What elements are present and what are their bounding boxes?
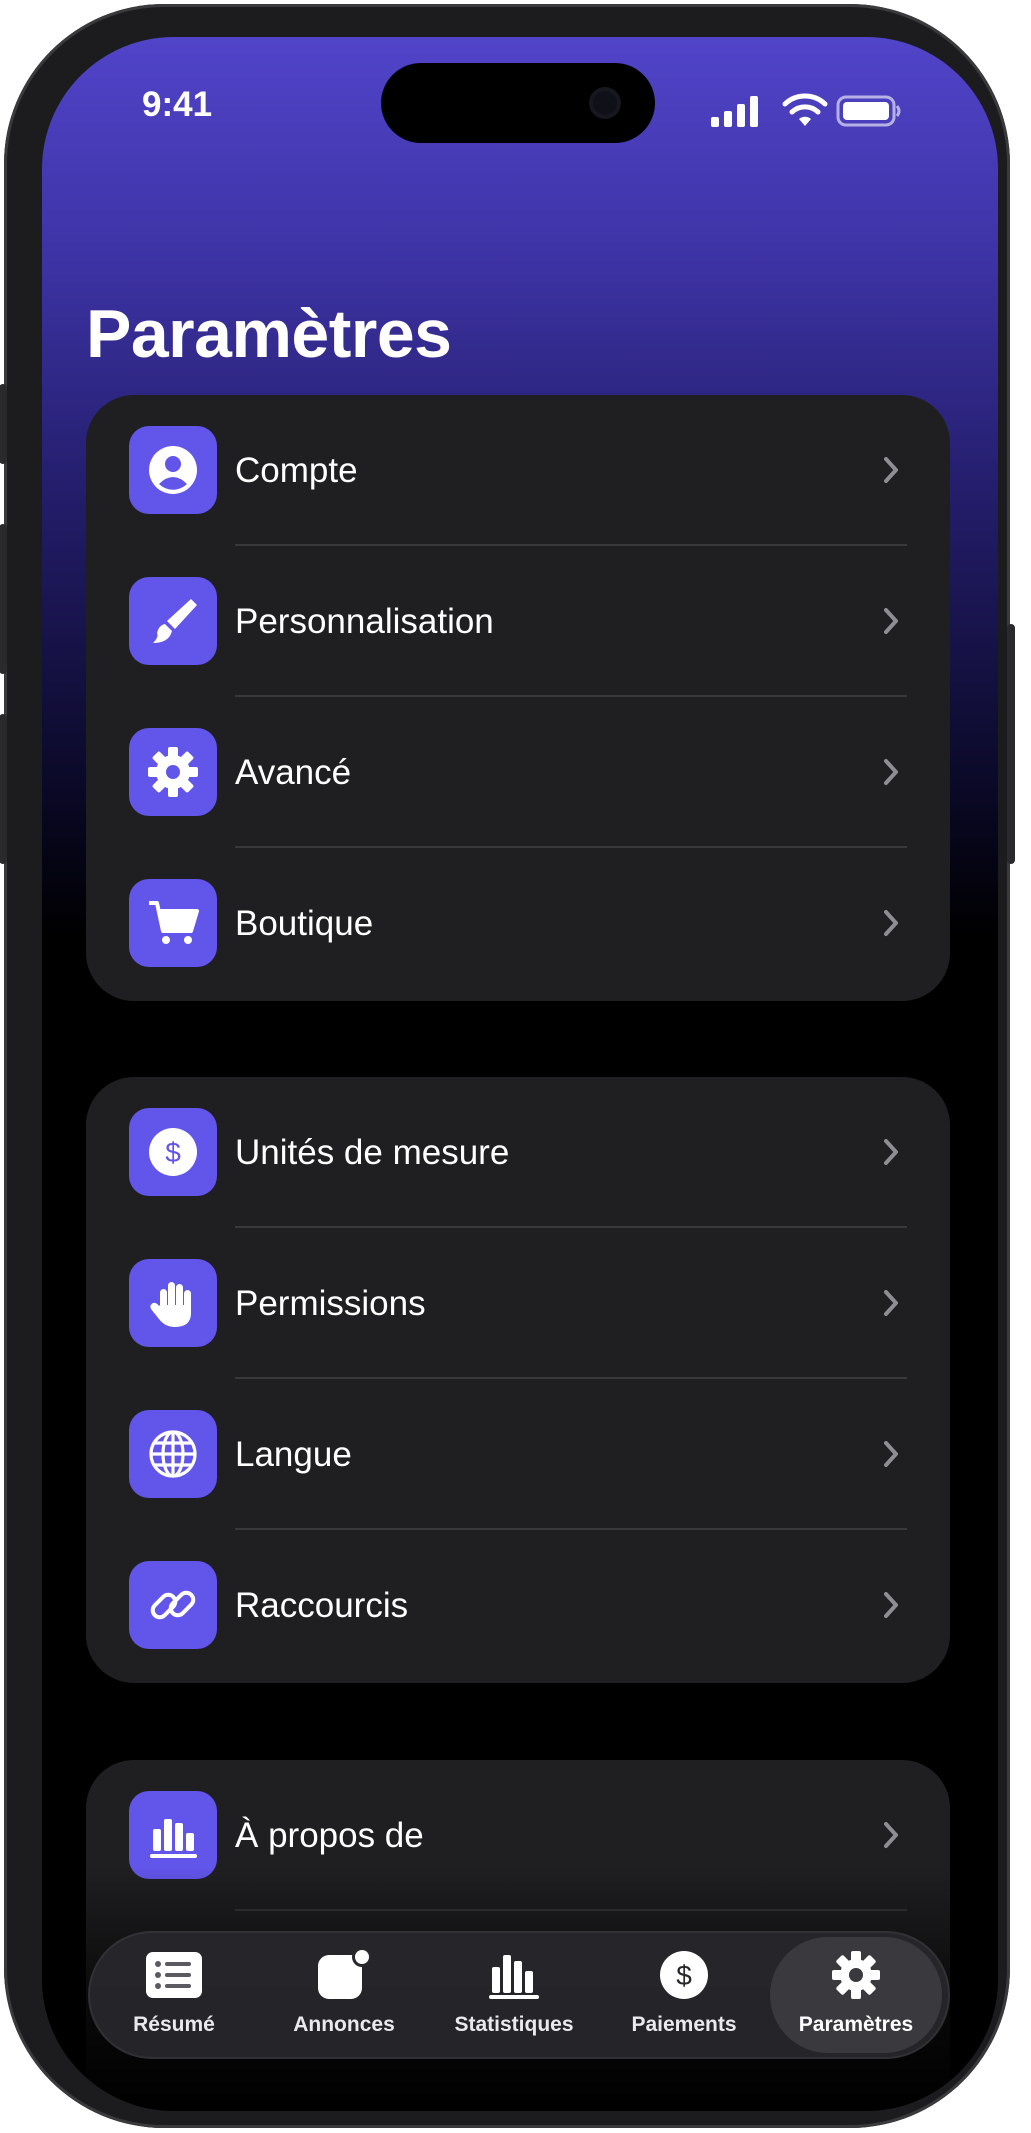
camera-icon (593, 91, 617, 115)
svg-text:$: $ (676, 1960, 692, 1991)
volume-down-button (0, 714, 7, 864)
dollar-circle-icon: $ (656, 1949, 712, 2001)
tab-announcements[interactable]: Annonces (258, 1931, 430, 2059)
list-icon (146, 1949, 202, 2001)
settings-row-label: Personnalisation (235, 602, 494, 641)
settings-row-personalization[interactable]: Personnalisation (86, 546, 950, 697)
settings-group-preferences: $ Unités de mesure Permissions Langue Ra… (86, 1077, 950, 1683)
tab-label: Statistiques (454, 2013, 574, 2036)
settings-row-shortcuts[interactable]: Raccourcis (86, 1530, 950, 1681)
link-icon (129, 1561, 217, 1649)
globe-icon (129, 1410, 217, 1498)
tab-label: Paiements (631, 2013, 737, 2036)
cart-icon (129, 879, 217, 967)
settings-row-label: Raccourcis (235, 1586, 409, 1625)
notification-badge-icon (316, 1949, 372, 2001)
battery-icon (836, 95, 901, 127)
chart-bars-icon (486, 1949, 542, 2001)
action-button (0, 384, 7, 464)
chevron-right-icon (884, 457, 898, 483)
settings-row-label: Langue (235, 1435, 352, 1474)
settings-row-label: Compte (235, 451, 358, 490)
phone-frame: 9:41 Paramètres Compte Personnalisation … (0, 4, 1015, 2128)
chevron-right-icon (884, 1139, 898, 1165)
status-time: 9:41 (142, 85, 213, 124)
tab-settings[interactable]: Paramètres (770, 1937, 942, 2053)
gear-icon (828, 1949, 884, 2001)
tab-label: Annonces (293, 2013, 395, 2036)
settings-row-label: Unités de mesure (235, 1133, 510, 1172)
tab-payments[interactable]: $ Paiements (598, 1931, 770, 2059)
tab-label: Paramètres (798, 2013, 914, 2036)
settings-row-label: Boutique (235, 904, 374, 943)
settings-row-language[interactable]: Langue (86, 1379, 950, 1530)
tab-label: Résumé (133, 2013, 215, 2036)
tab-statistics[interactable]: Statistiques (428, 1931, 600, 2059)
chevron-right-icon (884, 608, 898, 634)
dollar-circle-icon: $ (129, 1108, 217, 1196)
wifi-icon (782, 93, 828, 126)
chart-bars-icon (129, 1791, 217, 1879)
chevron-right-icon (884, 1822, 898, 1848)
settings-row-label: Permissions (235, 1284, 426, 1323)
settings-row-units[interactable]: $ Unités de mesure (86, 1077, 950, 1228)
tab-summary[interactable]: Résumé (88, 1931, 260, 2059)
tab-bar: Résumé Annonces Statistiques $ Paiements (88, 1931, 950, 2059)
settings-row-permissions[interactable]: Permissions (86, 1228, 950, 1379)
hand-icon (129, 1259, 217, 1347)
settings-row-label: Avancé (235, 753, 352, 792)
paintbrush-icon (129, 577, 217, 665)
settings-group-general: Compte Personnalisation Avancé Boutique (86, 395, 950, 1001)
chevron-right-icon (884, 759, 898, 785)
chevron-right-icon (884, 1290, 898, 1316)
settings-row-advanced[interactable]: Avancé (86, 697, 950, 848)
volume-up-button (0, 524, 7, 674)
cellular-signal-icon (711, 96, 758, 127)
gear-icon (129, 728, 217, 816)
dynamic-island (381, 63, 655, 143)
status-icons (710, 91, 950, 131)
svg-text:$: $ (165, 1137, 181, 1168)
person-circle-icon (129, 426, 217, 514)
chevron-right-icon (884, 1592, 898, 1618)
page-title: Paramètres (86, 296, 452, 372)
settings-row-shop[interactable]: Boutique (86, 848, 950, 999)
screen: 9:41 Paramètres Compte Personnalisation … (42, 37, 998, 2111)
settings-row-account[interactable]: Compte (86, 395, 950, 546)
power-button (1007, 624, 1015, 864)
chevron-right-icon (884, 1441, 898, 1467)
chevron-right-icon (884, 910, 898, 936)
